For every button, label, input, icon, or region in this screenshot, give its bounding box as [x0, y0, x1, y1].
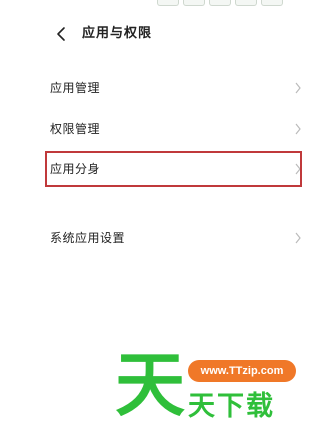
watermark-brand-text: 天下载 — [188, 391, 275, 422]
back-arrow-icon[interactable] — [55, 26, 67, 42]
toolbar-button[interactable] — [261, 0, 283, 6]
top-toolbar — [157, 0, 305, 6]
menu-item-label: 权限管理 — [50, 122, 101, 136]
toolbar-button[interactable] — [235, 0, 257, 6]
chevron-right-icon — [295, 163, 301, 175]
chevron-right-icon — [295, 232, 301, 244]
watermark-logo: 天 www.TTzip.com 天下载 — [110, 350, 305, 442]
menu-item-label: 应用分身 — [50, 162, 101, 176]
toolbar-button[interactable] — [157, 0, 179, 6]
header-bar: 应用与权限 — [0, 22, 305, 46]
watermark-url-badge: www.TTzip.com — [188, 360, 296, 382]
menu-item-app-clone[interactable]: 应用分身 — [46, 152, 305, 186]
toolbar-button[interactable] — [183, 0, 205, 6]
watermark-big-char: 天 — [115, 344, 185, 426]
toolbar-button[interactable] — [209, 0, 231, 6]
menu-item-label: 系统应用设置 — [50, 231, 126, 245]
menu-item-permission-management[interactable]: 权限管理 — [46, 112, 305, 146]
chevron-right-icon — [295, 123, 301, 135]
menu-item-system-app-settings[interactable]: 系统应用设置 — [46, 221, 305, 255]
settings-screen: 应用与权限 应用管理 权限管理 应用分身 系统应用设置 天 www.TTzip.… — [0, 0, 305, 442]
menu-item-label: 应用管理 — [50, 81, 101, 95]
chevron-right-icon — [295, 82, 301, 94]
menu-item-app-management[interactable]: 应用管理 — [46, 71, 305, 105]
watermark-url: www.TTzip.com — [200, 365, 284, 377]
page-title: 应用与权限 — [82, 26, 153, 41]
